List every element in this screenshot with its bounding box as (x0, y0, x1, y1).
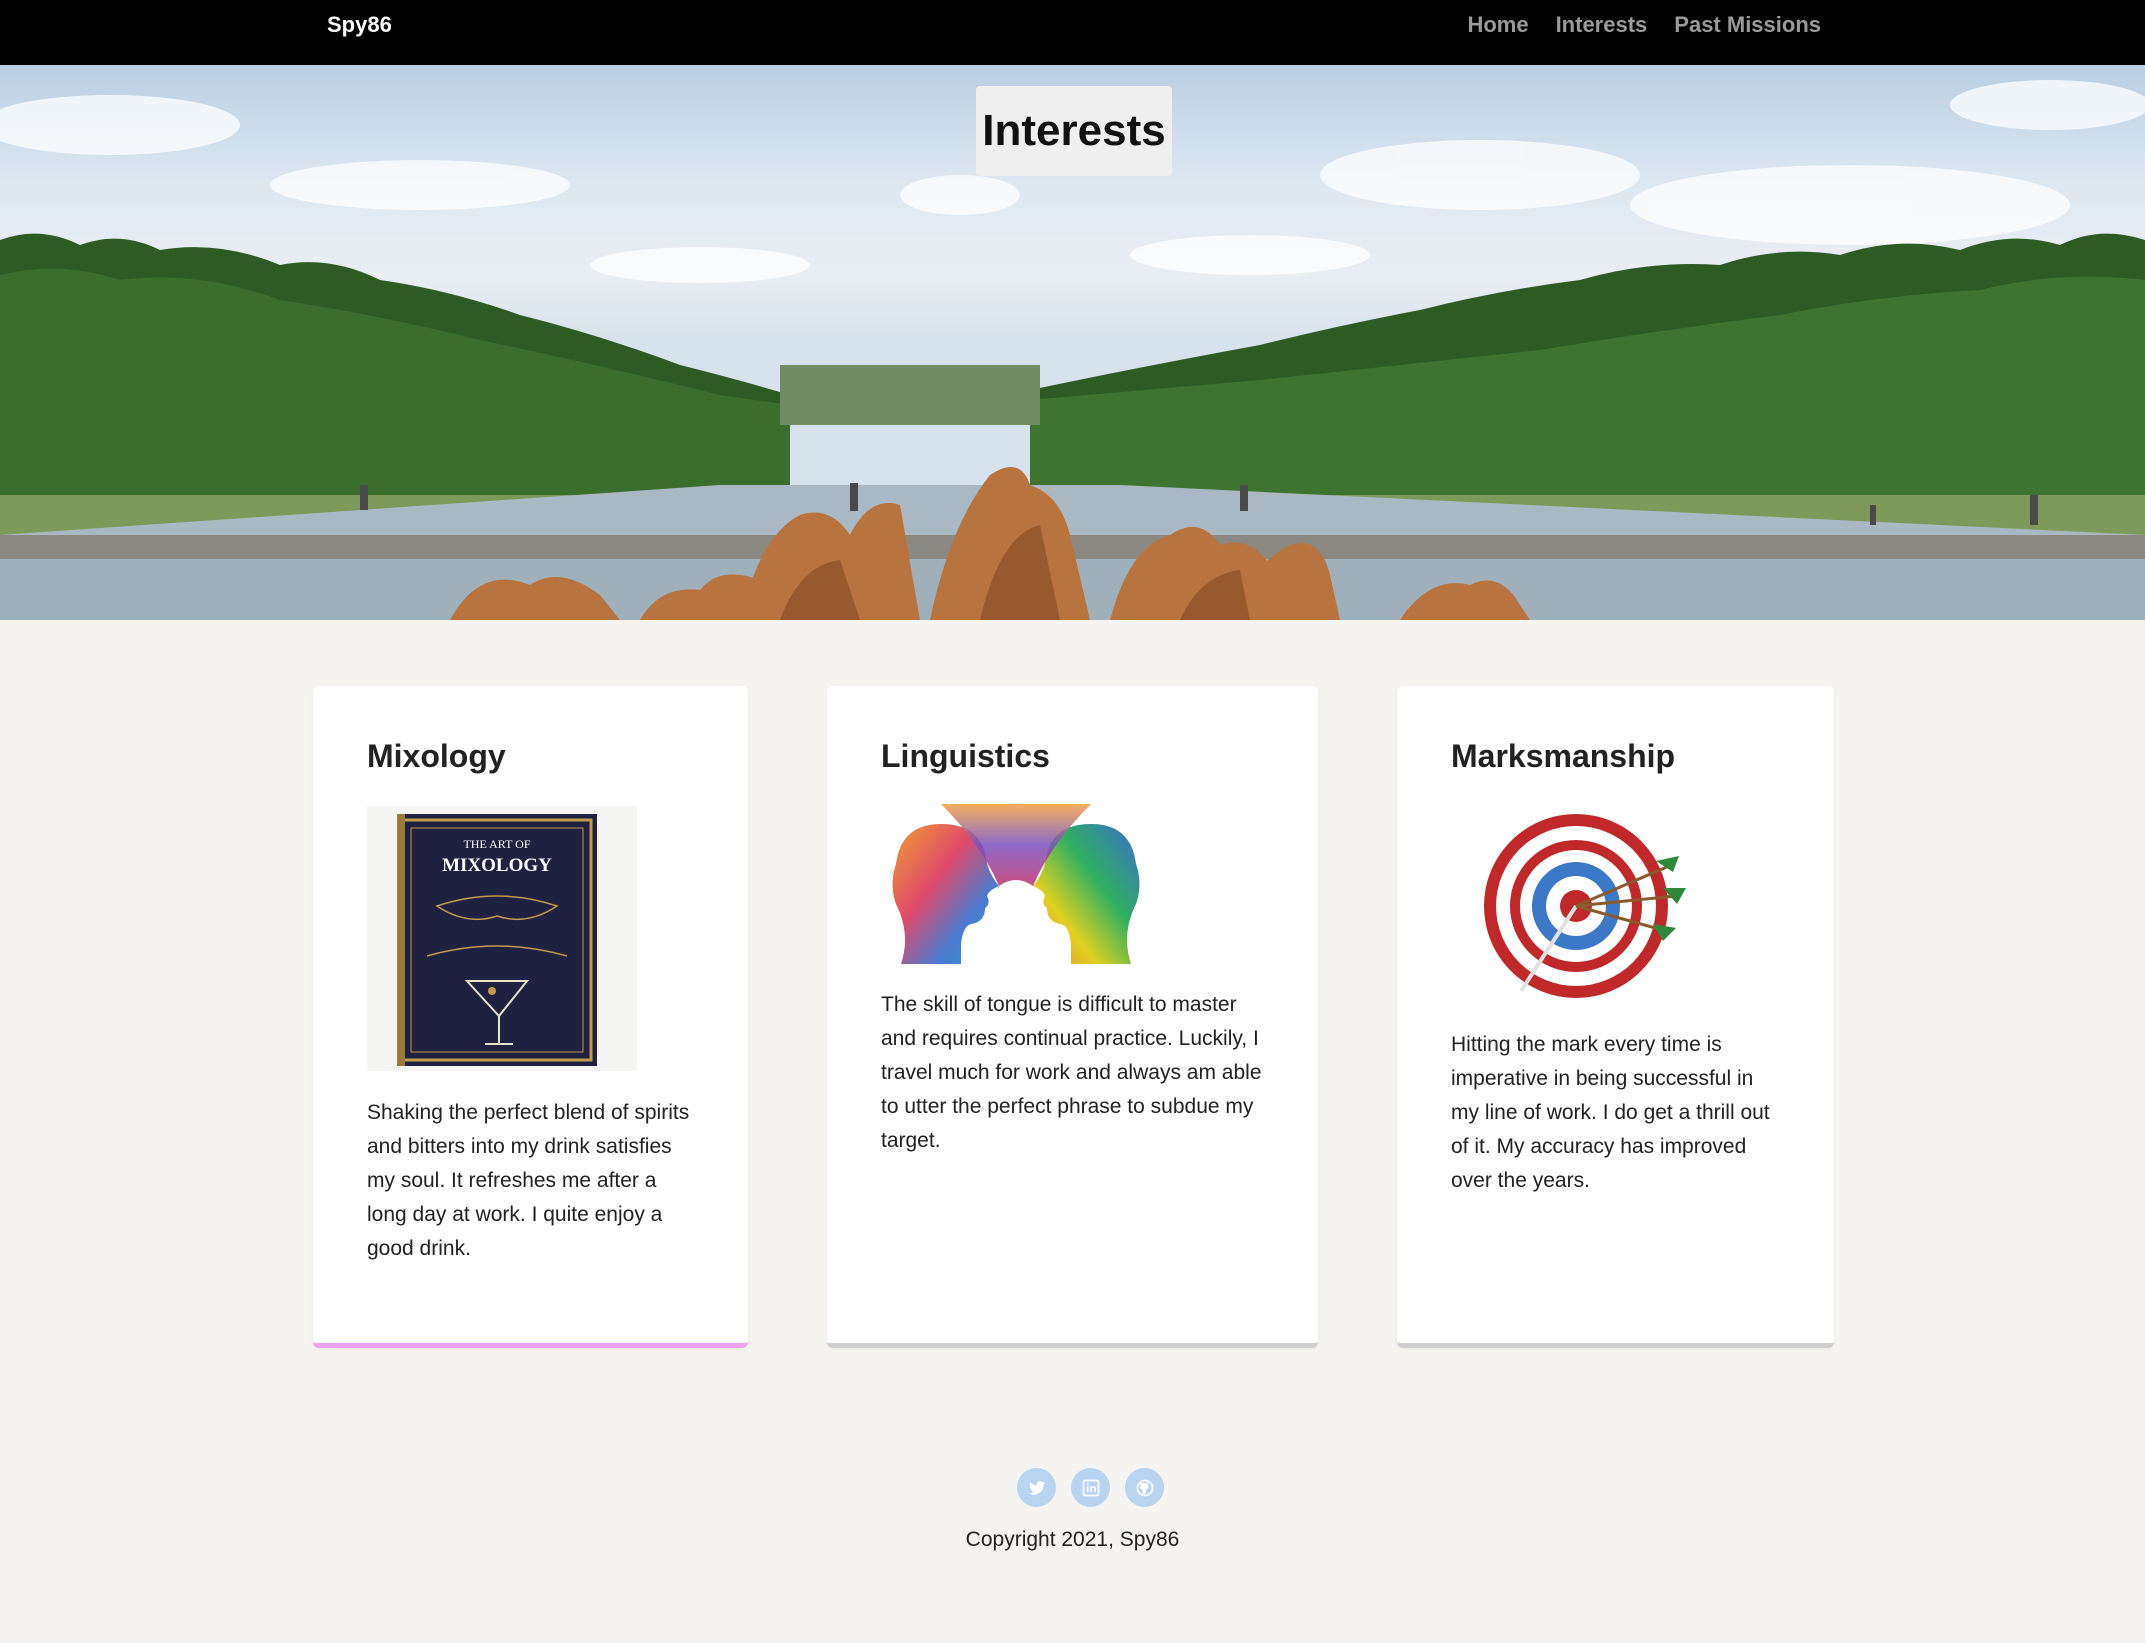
book-title-line2: MIXOLOGY (442, 855, 552, 876)
card-description: The skill of tongue is difficult to mast… (881, 993, 1262, 1152)
brand-logo[interactable]: Spy86 (327, 12, 392, 38)
copyright-text: Copyright 2021, Spy86 (965, 1528, 1180, 1551)
card-description: Shaking the perfect blend of spirits and… (367, 1101, 690, 1260)
nav-links: Home Interests Past Missions (1467, 12, 1821, 38)
linkedin-icon (1082, 1479, 1099, 1496)
mixology-book-image: THE ART OF MIXOLOGY (367, 806, 637, 1071)
card-marksmanship[interactable]: Marksmanship Hitting the mark every time… (1397, 686, 1834, 1348)
card-title: Marksmanship (1451, 738, 1676, 774)
page-title: Interests (982, 106, 1166, 155)
target-arrows-image (1451, 806, 1711, 1006)
card-mixology[interactable]: Mixology THE ART OF MIXOLOGY Shaking the… (313, 686, 748, 1348)
social-links (1017, 1468, 1164, 1507)
hero-title-box: Interests (976, 86, 1172, 176)
hero-banner: Interests (0, 65, 2145, 620)
linguistics-heads-image (881, 804, 1151, 964)
twitter-icon (1028, 1480, 1045, 1495)
twitter-link[interactable] (1017, 1468, 1056, 1507)
nav-link-home[interactable]: Home (1467, 12, 1528, 38)
nav-link-past-missions[interactable]: Past Missions (1674, 12, 1821, 38)
card-description: Hitting the mark every time is imperativ… (1451, 1033, 1770, 1192)
book-title-line1: THE ART OF (463, 837, 530, 851)
navbar: Spy86 Home Interests Past Missions (0, 0, 2145, 65)
card-title: Linguistics (881, 738, 1050, 774)
linkedin-link[interactable] (1071, 1468, 1110, 1507)
card-linguistics[interactable]: Linguistics The skill of tongue is diffi… (827, 686, 1318, 1348)
github-link[interactable] (1125, 1468, 1164, 1507)
card-title: Mixology (367, 738, 506, 774)
nav-link-interests[interactable]: Interests (1556, 12, 1648, 38)
github-icon (1136, 1479, 1153, 1496)
